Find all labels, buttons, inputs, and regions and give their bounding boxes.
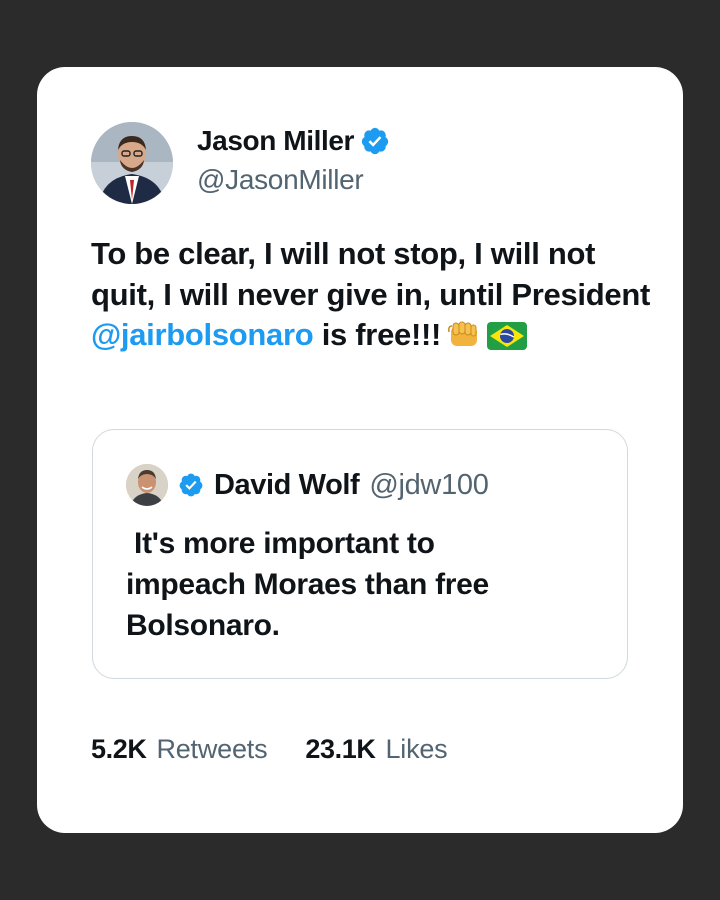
likes-label[interactable]: Likes (385, 734, 447, 765)
fist-icon (447, 321, 478, 346)
quoted-author-handle[interactable]: @jdw100 (369, 469, 489, 502)
tweet-text: To be clear, I will not stop, I will not… (91, 234, 651, 356)
quoted-author-avatar[interactable] (126, 464, 168, 506)
quoted-tweet-text: It's more important to impeach Moraes th… (126, 527, 489, 642)
author-name-row: Jason Miller (197, 125, 390, 157)
retweets-count: 5.2K (91, 734, 147, 764)
quoted-author-name[interactable]: David Wolf (214, 469, 360, 502)
tweet-text-part: To be clear, I will not stop, I will not… (91, 236, 650, 312)
mention-link[interactable]: @jairbolsonaro (91, 317, 314, 352)
retweets-label[interactable]: Retweets (156, 734, 267, 765)
quoted-verified-badge-icon (179, 473, 203, 497)
tweet-card: Jason Miller @JasonMiller To be clear, I… (37, 67, 683, 833)
engagement-stats: 5.2K Retweets 23.1K Likes (91, 734, 448, 765)
brazil-flag-icon (487, 322, 528, 350)
quoted-tweet[interactable]: David Wolf @jdw100 It's more important t… (92, 429, 628, 679)
author-handle[interactable]: @JasonMiller (197, 164, 364, 196)
verified-badge-icon (361, 127, 389, 155)
author-avatar[interactable] (91, 122, 173, 204)
quoted-tweet-header: David Wolf @jdw100 (126, 464, 489, 506)
tweet-text-part: is free!!! (313, 317, 442, 352)
author-name[interactable]: Jason Miller (197, 125, 354, 157)
likes-count: 23.1K (305, 734, 376, 764)
